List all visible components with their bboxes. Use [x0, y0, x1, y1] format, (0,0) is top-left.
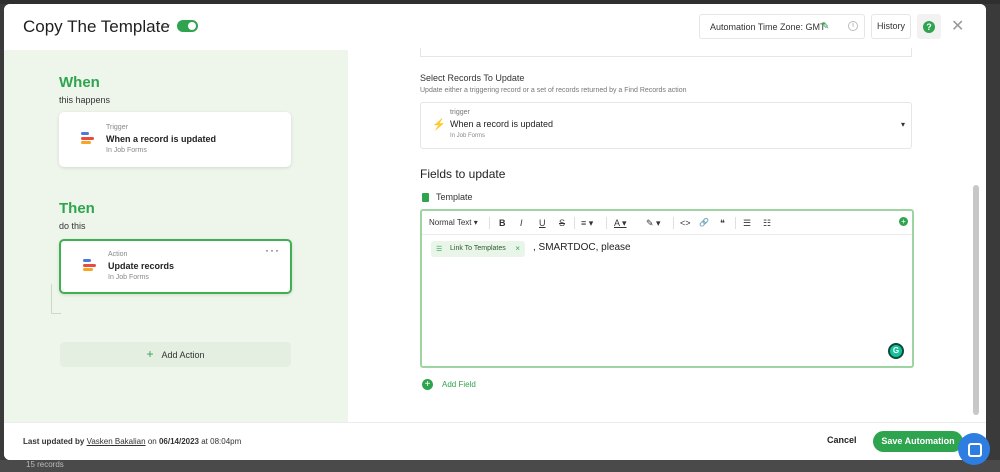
toolbar-divider — [606, 217, 607, 229]
text-color-select[interactable]: A ▾ — [614, 218, 627, 229]
chevron-down-icon: ▾ — [900, 120, 905, 129]
edit-pencil-icon[interactable]: ✎ — [821, 21, 829, 32]
code-icon[interactable]: <> — [680, 218, 691, 228]
text-style-select[interactable]: Normal Text ▾ — [429, 218, 478, 227]
trigger-card-sub: In Job Forms — [106, 147, 147, 154]
action-card-name: Update records — [108, 261, 175, 271]
last-updated-time: at 08:04pm — [201, 437, 242, 446]
last-updated-info: Last updated by Vasken Bakalian on 06/14… — [23, 437, 241, 446]
timezone-selector[interactable]: Automation Time Zone: GMT ✎ i — [699, 14, 865, 39]
save-automation-button[interactable]: Save Automation — [873, 431, 963, 452]
workflow-panel: When this happens Trigger When a record … — [4, 50, 348, 422]
strikethrough-button[interactable]: S — [559, 218, 565, 228]
then-heading: Then — [59, 200, 95, 217]
when-subtitle: this happens — [59, 95, 111, 105]
toolbar-divider — [489, 217, 490, 229]
last-updated-prefix: Last updated by — [23, 437, 85, 446]
add-field-plus-icon[interactable]: + — [422, 379, 433, 390]
last-updated-date: 06/14/2023 — [158, 437, 199, 446]
grammarly-icon[interactable]: G — [888, 343, 904, 359]
help-icon: ? — [923, 21, 935, 33]
record-source-dropdown[interactable]: ⚡ trigger When a record is updated In Jo… — [420, 102, 912, 149]
app-logo-icon — [83, 259, 96, 273]
add-field-token-icon[interactable]: + — [899, 217, 908, 226]
record-source-kind: trigger — [450, 109, 470, 116]
document-icon — [422, 193, 429, 202]
italic-button[interactable]: I — [520, 218, 523, 228]
template-field-label: Template — [436, 192, 473, 202]
more-options-icon[interactable]: ··· — [155, 16, 172, 32]
quote-icon[interactable]: ❝ — [720, 218, 725, 229]
record-source-sub: In Job Forms — [450, 133, 486, 139]
select-records-title: Select Records To Update — [420, 73, 525, 83]
editor-text-content[interactable]: , SMARTDOC, please — [533, 242, 631, 253]
action-card[interactable]: Action Update records In Job Forms ··· — [59, 239, 292, 294]
remove-token-icon[interactable]: × — [515, 244, 520, 253]
timezone-label: Automation Time Zone: GMT — [710, 22, 826, 32]
last-updated-user-link[interactable]: Vasken Bakalian — [87, 437, 146, 446]
history-button[interactable]: History — [871, 14, 911, 39]
close-icon[interactable]: ✕ — [951, 16, 964, 36]
action-card-kind: Action — [108, 251, 128, 258]
field-token-label: Link To Templates — [450, 245, 506, 252]
trigger-card[interactable]: Trigger When a record is updated In Job … — [59, 112, 291, 167]
vertical-scrollbar[interactable] — [973, 185, 979, 415]
link-icon[interactable]: 🔗 — [699, 218, 709, 227]
toolbar-divider — [574, 217, 575, 229]
select-records-description: Update either a triggering record or a s… — [420, 87, 687, 94]
app-logo-icon — [81, 132, 94, 146]
trigger-card-name: When a record is updated — [106, 134, 217, 144]
cancel-button[interactable]: Cancel — [827, 435, 857, 445]
when-heading: When — [59, 74, 100, 91]
template-rich-text-editor[interactable]: Normal Text ▾ B I U S ≡ ▾ A ▾ ✎ ▾ <> 🔗 ❝… — [420, 209, 914, 368]
fields-to-update-heading: Fields to update — [420, 167, 506, 181]
numbered-list-icon[interactable]: ☷ — [763, 218, 771, 229]
help-button[interactable]: ? — [917, 14, 941, 39]
record-source-name: When a record is updated — [450, 119, 554, 129]
field-token-icon: ☰ — [436, 246, 443, 253]
previous-field-box — [420, 48, 912, 57]
add-action-label: Add Action — [161, 350, 205, 360]
automation-enabled-toggle[interactable] — [177, 20, 198, 32]
bold-button[interactable]: B — [499, 218, 506, 228]
add-action-button[interactable]: + Add Action — [60, 342, 291, 367]
underline-button[interactable]: U — [539, 218, 546, 228]
action-card-sub: In Job Forms — [108, 274, 149, 281]
plus-icon: + — [146, 347, 154, 361]
trigger-card-kind: Trigger — [106, 124, 128, 131]
lightning-icon: ⚡ — [432, 119, 446, 131]
background-records-count: 15 records — [26, 460, 64, 469]
toolbar-divider — [673, 217, 674, 229]
toolbar-divider — [735, 217, 736, 229]
add-field-button[interactable]: Add Field — [442, 380, 476, 389]
editor-toolbar: Normal Text ▾ B I U S ≡ ▾ A ▾ ✎ ▾ <> 🔗 ❝… — [422, 211, 912, 235]
automation-title[interactable]: Copy The Template — [23, 17, 170, 37]
backdrop-bottom: 15 records — [0, 460, 1000, 472]
modal-header: Copy The Template ··· Automation Time Zo… — [4, 4, 986, 50]
action-more-icon[interactable]: ··· — [265, 243, 280, 257]
then-subtitle: do this — [59, 221, 86, 231]
modal-footer: Last updated by Vasken Bakalian on 06/14… — [4, 422, 986, 460]
config-panel: Select Records To Update Update either a… — [348, 48, 986, 422]
chat-support-icon[interactable] — [958, 433, 990, 465]
field-token-chip[interactable]: ☰ Link To Templates × — [431, 241, 525, 257]
last-updated-on: on — [147, 437, 157, 446]
bullet-list-icon[interactable]: ☰ — [743, 218, 751, 229]
info-icon[interactable]: i — [848, 21, 858, 31]
automation-modal: Copy The Template ··· Automation Time Zo… — [4, 4, 986, 460]
highlight-select[interactable]: ✎ ▾ — [646, 218, 661, 229]
align-select[interactable]: ≡ ▾ — [581, 218, 593, 229]
